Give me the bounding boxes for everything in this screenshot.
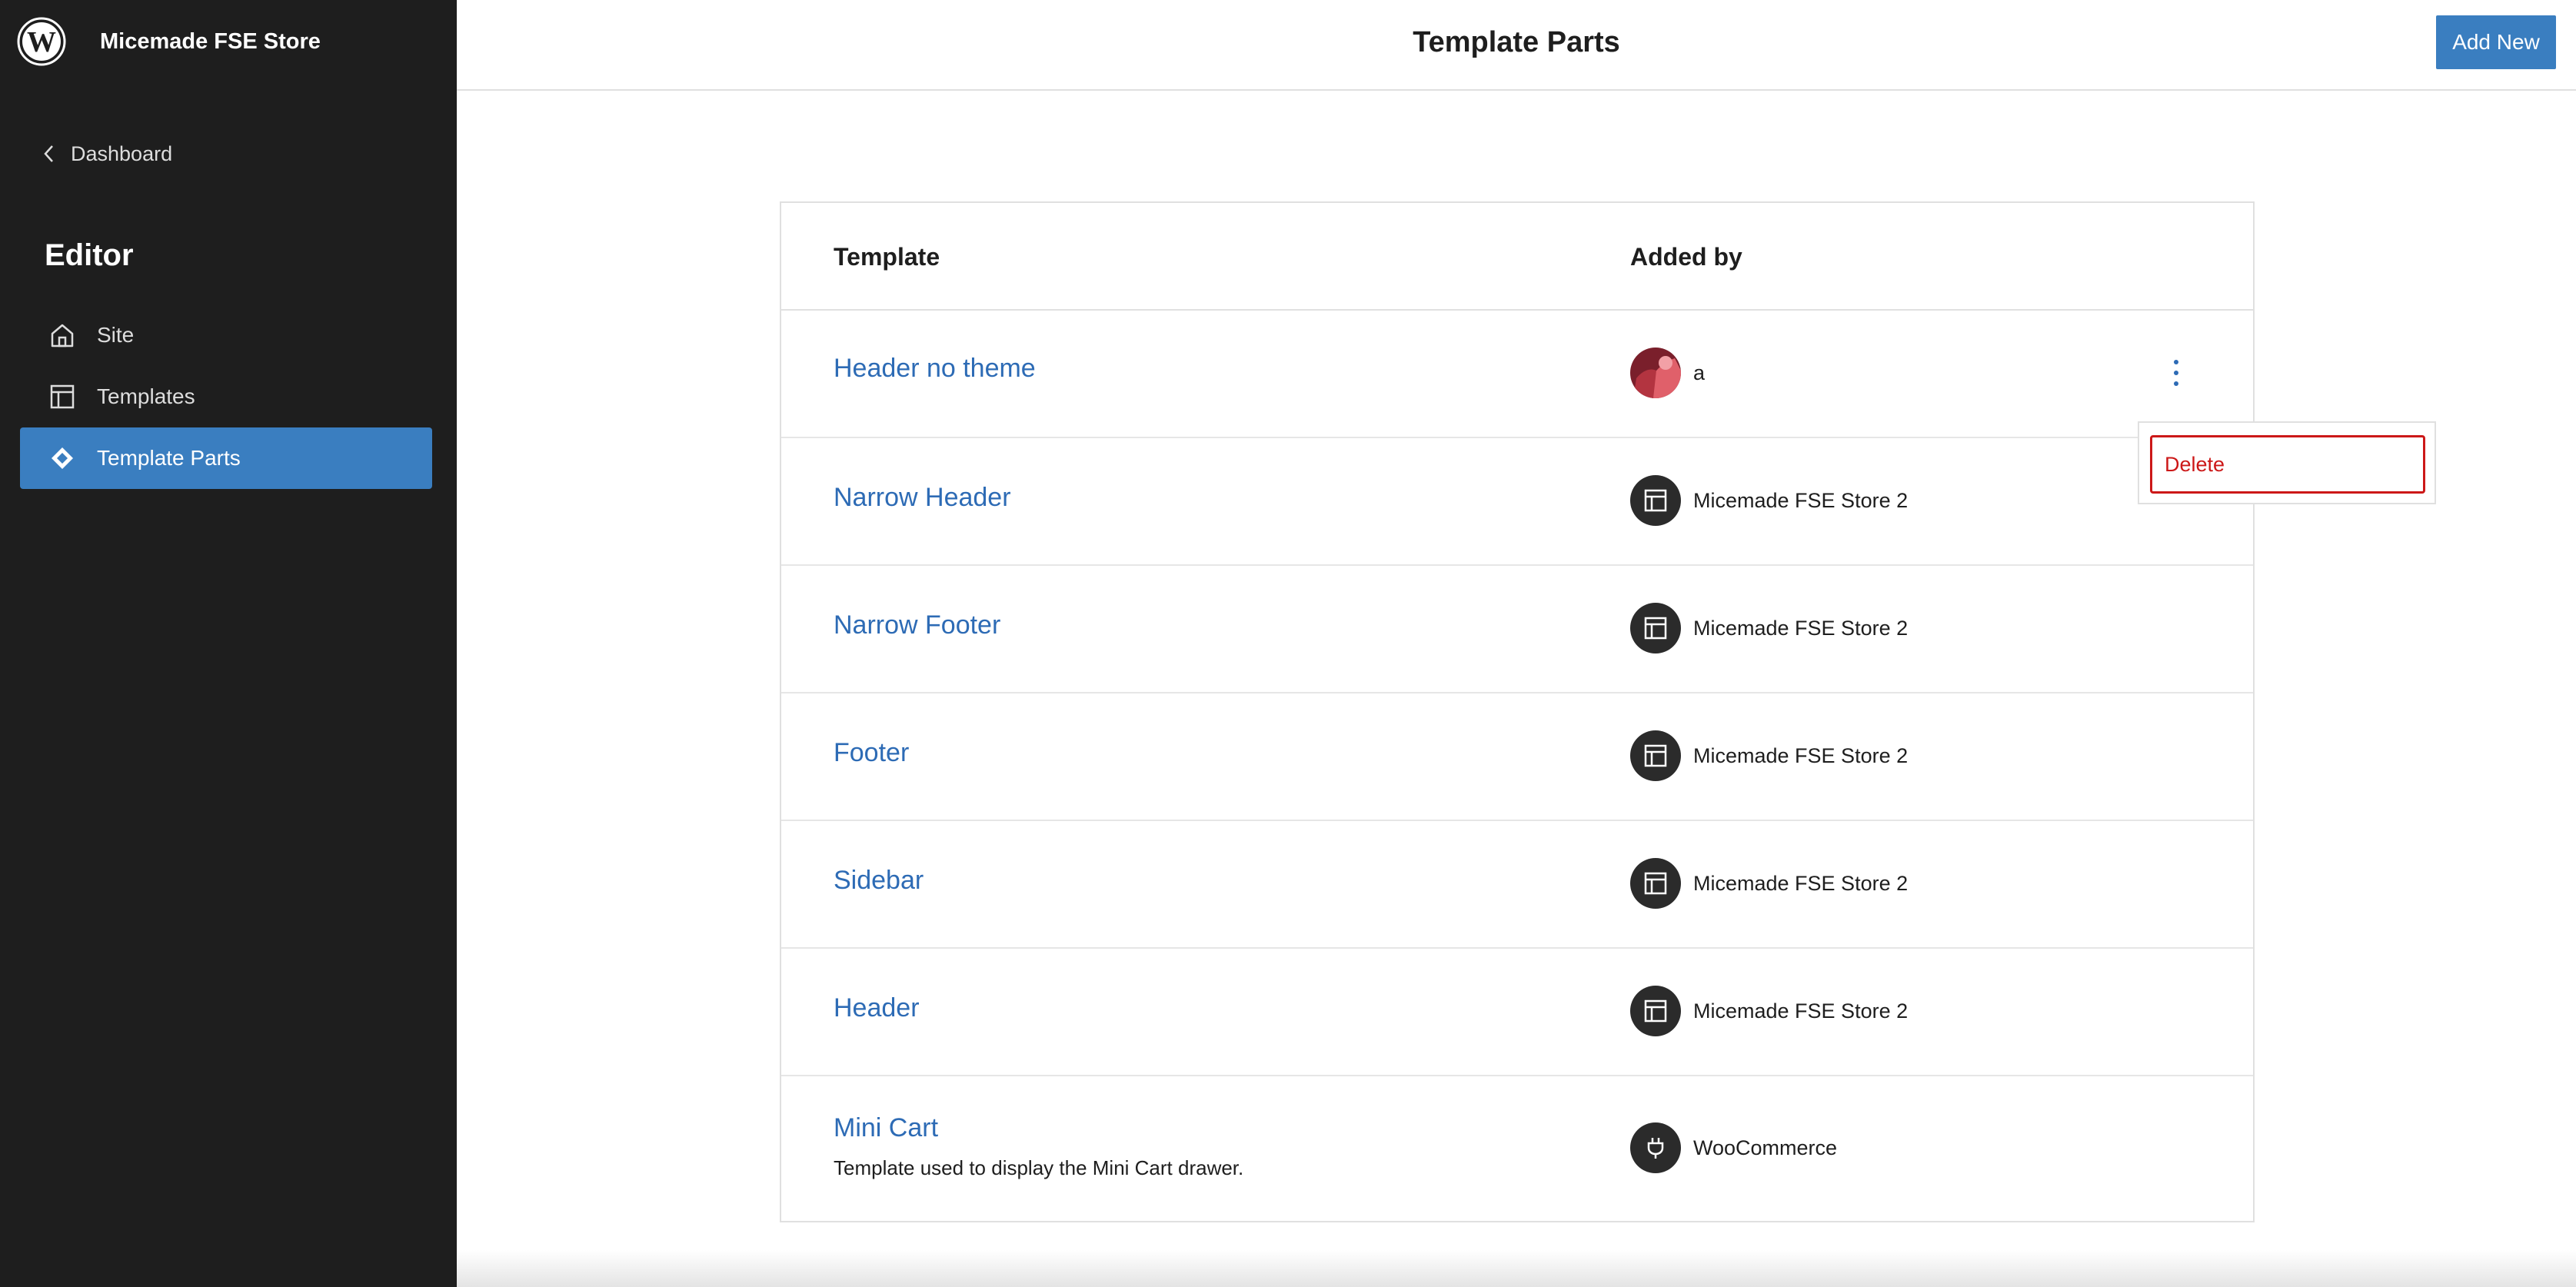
author-name: Micemade FSE Store 2 xyxy=(1693,616,1909,640)
table-header: Template Added by xyxy=(781,203,2253,311)
back-link-label: Dashboard xyxy=(71,141,173,165)
table-row: Mini Cart Template used to display the M… xyxy=(781,1075,2253,1221)
author-name: Micemade FSE Store 2 xyxy=(1693,488,1909,512)
back-to-dashboard-link[interactable]: Dashboard xyxy=(40,140,172,168)
sidebar: W Micemade FSE Store Dashboard Editor Si… xyxy=(0,0,457,1287)
avatar xyxy=(1630,348,1681,398)
table-row: Narrow Header Micemade FSE Store 2 xyxy=(781,437,2253,566)
template-description: Template used to display the Mini Cart d… xyxy=(834,1156,1244,1179)
table-row: Sidebar Micemade FSE Store 2 xyxy=(781,820,2253,949)
home-icon xyxy=(51,324,74,348)
template-title-link[interactable]: Footer xyxy=(834,738,909,768)
author: Micemade FSE Store 2 xyxy=(1630,603,1908,653)
layout-icon xyxy=(1630,730,1681,781)
layout-icon xyxy=(1630,475,1681,526)
template-title-link[interactable]: Mini Cart xyxy=(834,1113,938,1143)
sidebar-item-templates[interactable]: Templates xyxy=(20,366,432,427)
top-bar: Template Parts Add New xyxy=(457,0,2576,91)
author: Micemade FSE Store 2 xyxy=(1630,986,1908,1036)
template-title-link[interactable]: Header xyxy=(834,993,920,1023)
author-name: Micemade FSE Store 2 xyxy=(1693,743,1909,767)
table-row: Header no theme a xyxy=(781,311,2253,438)
author-name: WooCommerce xyxy=(1693,1136,1838,1159)
scroll-shadow xyxy=(457,1250,2576,1287)
template-parts-table: Template Added by Header no theme a Narr… xyxy=(780,201,2255,1222)
layout-icon xyxy=(1630,986,1681,1036)
sidebar-item-label: Template Parts xyxy=(97,446,241,470)
template-title-link[interactable]: Header no theme xyxy=(834,354,1036,384)
page-title: Template Parts xyxy=(1413,26,1620,58)
author-name: Micemade FSE Store 2 xyxy=(1693,871,1909,895)
chevron-left-icon xyxy=(44,145,53,162)
sidebar-section-title: Editor xyxy=(45,238,134,272)
row-actions-menu: Delete xyxy=(2138,421,2436,504)
sidebar-item-template-parts[interactable]: Template Parts xyxy=(20,427,432,489)
layout-icon xyxy=(1630,858,1681,909)
site-name[interactable]: Micemade FSE Store xyxy=(100,29,321,55)
author: WooCommerce xyxy=(1630,1122,1837,1173)
layout-icon xyxy=(1630,603,1681,653)
table-row: Footer Micemade FSE Store 2 xyxy=(781,692,2253,821)
sidebar-item-site[interactable]: Site xyxy=(20,304,432,366)
author-name: Micemade FSE Store 2 xyxy=(1693,999,1909,1023)
layout-icon xyxy=(50,384,75,409)
author: Micemade FSE Store 2 xyxy=(1630,730,1908,781)
plugin-icon xyxy=(1630,1122,1681,1173)
template-title-link[interactable]: Sidebar xyxy=(834,866,924,896)
column-header-added-by: Added by xyxy=(1630,243,1742,271)
table-row: Narrow Footer Micemade FSE Store 2 xyxy=(781,564,2253,693)
more-actions-icon[interactable] xyxy=(2165,354,2187,392)
author-name: a xyxy=(1693,361,1706,384)
delete-menu-item[interactable]: Delete xyxy=(2150,435,2425,494)
sidebar-item-label: Site xyxy=(97,323,135,347)
sidebar-item-label: Templates xyxy=(97,384,195,408)
template-title-link[interactable]: Narrow Footer xyxy=(834,610,1000,640)
add-new-button[interactable]: Add New xyxy=(2436,15,2556,69)
symbol-filled-icon xyxy=(52,447,73,469)
author: Micemade FSE Store 2 xyxy=(1630,858,1908,909)
template-title-link[interactable]: Narrow Header xyxy=(834,483,1011,513)
column-header-template: Template xyxy=(834,243,940,271)
table-row: Header Micemade FSE Store 2 xyxy=(781,947,2253,1076)
author: Micemade FSE Store 2 xyxy=(1630,475,1908,526)
wordpress-logo-icon[interactable]: W xyxy=(17,17,66,66)
author: a xyxy=(1630,348,1705,398)
svg-text:W: W xyxy=(27,26,56,58)
